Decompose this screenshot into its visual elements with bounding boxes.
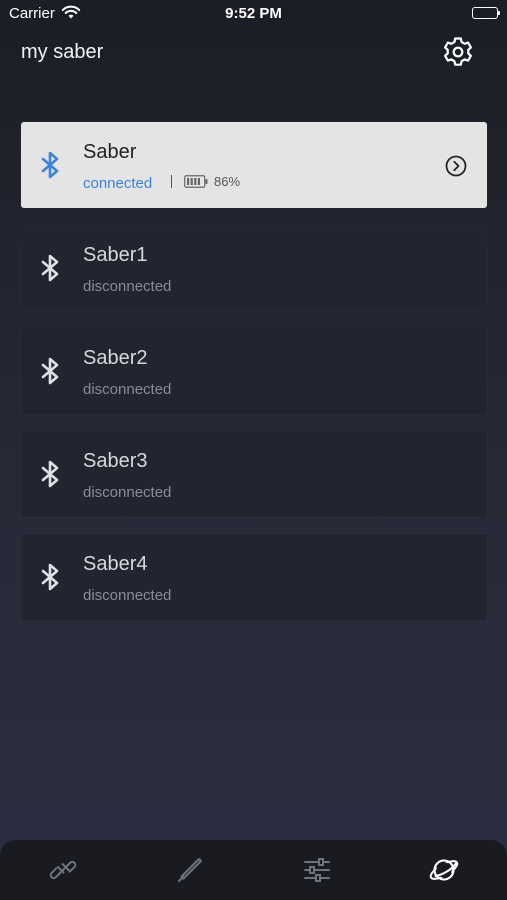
tab-link[interactable] <box>45 852 81 888</box>
device-card-saber4[interactable]: Saber4 disconnected <box>21 534 487 620</box>
bluetooth-icon <box>41 357 59 385</box>
battery-info: 86% <box>171 174 240 189</box>
link-icon <box>50 860 77 880</box>
device-status: disconnected <box>83 381 172 398</box>
bluetooth-icon <box>41 151 59 179</box>
gear-icon <box>444 37 472 66</box>
tab-explore[interactable] <box>426 852 462 888</box>
sliders-icon <box>303 858 330 882</box>
tab-bar <box>0 840 507 900</box>
bluetooth-icon <box>41 460 59 488</box>
status-bar: Carrier 9:52 PM <box>0 0 507 28</box>
device-status: disconnected <box>83 484 172 501</box>
device-card-saber1[interactable]: Saber1 disconnected <box>21 225 487 311</box>
chevron-right-icon[interactable] <box>445 155 467 177</box>
divider <box>171 175 172 188</box>
battery-level-icon <box>184 175 208 188</box>
bluetooth-icon <box>41 563 59 591</box>
device-status: connected <box>83 175 153 192</box>
device-status: disconnected <box>83 587 172 604</box>
device-card-saber[interactable]: Saber connected 86% <box>21 122 487 208</box>
battery-icon <box>472 7 500 19</box>
saber-icon <box>178 858 203 882</box>
device-name: Saber3 <box>83 450 148 472</box>
device-status: disconnected <box>83 278 172 295</box>
device-name: Saber <box>83 141 137 163</box>
settings-button[interactable] <box>440 34 476 70</box>
planet-icon <box>429 859 458 881</box>
tab-saber[interactable] <box>172 852 208 888</box>
bluetooth-icon <box>41 254 59 282</box>
page-title: my saber <box>21 41 104 63</box>
tab-settings-sliders[interactable] <box>299 852 335 888</box>
device-list: Saber connected 86% Saber1 disconnected … <box>21 122 487 637</box>
device-name: Saber4 <box>83 553 148 575</box>
device-name: Saber1 <box>83 244 148 266</box>
status-time: 9:52 PM <box>225 5 282 22</box>
device-card-saber3[interactable]: Saber3 disconnected <box>21 431 487 517</box>
device-card-saber2[interactable]: Saber2 disconnected <box>21 328 487 414</box>
battery-percent: 86% <box>214 174 241 189</box>
device-name: Saber2 <box>83 347 148 369</box>
